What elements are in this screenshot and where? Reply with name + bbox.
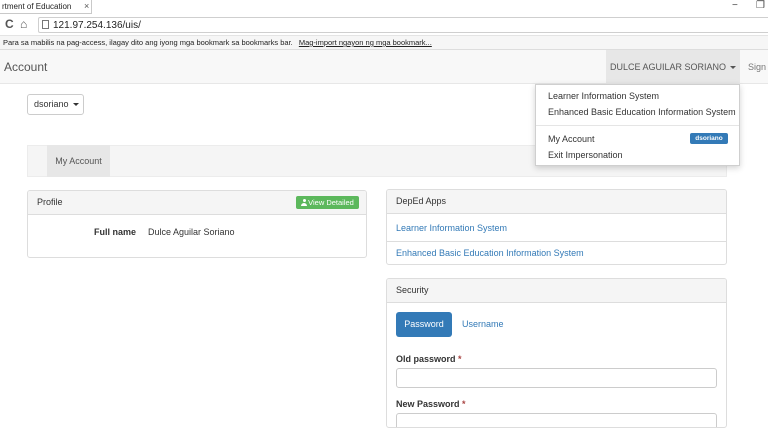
- menu-item-exit-impersonation[interactable]: Exit Impersonation: [548, 149, 623, 161]
- address-input[interactable]: [39, 18, 768, 32]
- home-icon[interactable]: ⌂: [20, 17, 27, 31]
- required-mark: *: [462, 399, 466, 409]
- bookmarks-hint: Para sa mabilis na pag-access, ilagay di…: [3, 38, 293, 47]
- restore-icon[interactable]: ❐: [756, 0, 765, 12]
- deped-apps-title: DepEd Apps: [396, 196, 447, 206]
- username-badge: dsoriano: [690, 133, 728, 144]
- app-navbar: Account DULCE AGUILAR SORIANO Sign: [0, 50, 768, 84]
- tab-my-account[interactable]: My Account: [47, 145, 110, 177]
- list-divider: [387, 241, 726, 242]
- user-dropdown-menu: Learner Information System Enhanced Basi…: [535, 84, 740, 166]
- required-mark: *: [458, 354, 462, 364]
- navbar-brand[interactable]: Account: [4, 50, 47, 84]
- security-heading: Security: [387, 279, 726, 303]
- user-menu-toggle[interactable]: DULCE AGUILAR SORIANO: [606, 50, 740, 84]
- caret-down-icon: [72, 103, 79, 107]
- caret-down-icon: [730, 66, 737, 70]
- full-name-label: Full name: [94, 227, 137, 237]
- old-password-input[interactable]: [396, 368, 717, 388]
- address-bar[interactable]: [38, 17, 768, 33]
- close-icon[interactable]: ×: [84, 0, 89, 13]
- browser-tabstrip: rtment of Education × − ❐: [0, 0, 768, 14]
- menu-item-lis[interactable]: Learner Information System: [548, 90, 659, 102]
- page-icon: [42, 20, 49, 29]
- user-select-button[interactable]: dsoriano: [27, 94, 84, 115]
- profile-panel: Profile View Detailed Full name Dulce Ag…: [27, 190, 367, 258]
- tab-password[interactable]: Password: [396, 312, 452, 337]
- user-icon: [301, 199, 308, 206]
- view-detailed-button[interactable]: View Detailed: [296, 196, 359, 209]
- new-password-label: New Password *: [396, 399, 466, 409]
- browser-tab[interactable]: rtment of Education ×: [0, 0, 92, 14]
- user-select-label: dsoriano: [34, 99, 69, 109]
- bookmarks-bar: Para sa mabilis na pag-access, ilagay di…: [0, 36, 768, 50]
- full-name-value: Dulce Aguilar Soriano: [148, 227, 235, 237]
- profile-heading: Profile: [37, 197, 63, 207]
- security-title: Security: [396, 285, 429, 295]
- browser-tab-title: rtment of Education: [2, 2, 72, 11]
- old-password-label: Old password *: [396, 354, 462, 364]
- security-panel: Security Password Username Old password …: [386, 278, 727, 428]
- new-password-input[interactable]: [396, 413, 717, 427]
- app-link-lis[interactable]: Learner Information System: [396, 223, 507, 233]
- tab-username[interactable]: Username: [462, 312, 504, 337]
- menu-divider: [536, 125, 739, 126]
- menu-item-ebeis[interactable]: Enhanced Basic Education Information Sys…: [548, 106, 736, 118]
- deped-apps-panel: DepEd Apps Learner Information System En…: [386, 189, 727, 265]
- sign-link[interactable]: Sign: [748, 50, 766, 84]
- new-password-label-text: New Password: [396, 399, 460, 409]
- view-detailed-label: View Detailed: [308, 198, 354, 207]
- minimize-icon[interactable]: −: [732, 0, 738, 12]
- browser-toolbar: C ⌂: [0, 14, 768, 36]
- app-link-ebeis[interactable]: Enhanced Basic Education Information Sys…: [396, 248, 584, 258]
- deped-apps-heading: DepEd Apps: [387, 190, 726, 214]
- old-password-label-text: Old password: [396, 354, 456, 364]
- import-bookmarks-link[interactable]: Mag-import ngayon ng mga bookmark...: [299, 38, 432, 47]
- reload-icon[interactable]: C: [5, 17, 14, 31]
- menu-item-my-account[interactable]: My Account: [548, 133, 595, 145]
- user-name: DULCE AGUILAR SORIANO: [609, 62, 727, 72]
